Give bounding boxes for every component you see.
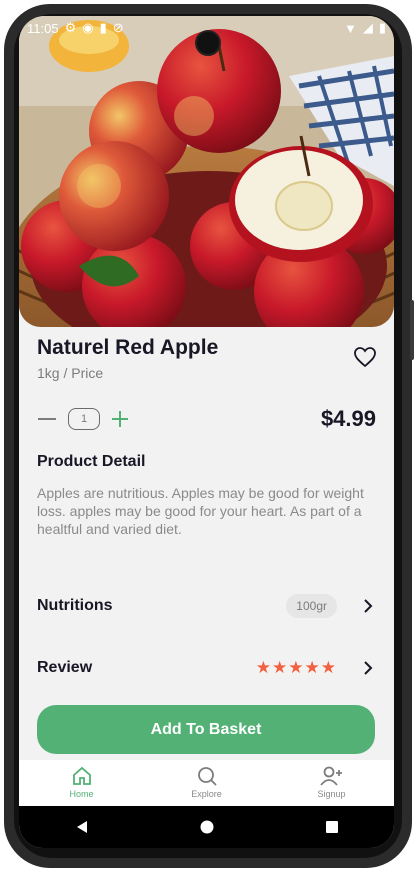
nav-label-explore: Explore xyxy=(191,789,222,799)
decrease-quantity-button[interactable] xyxy=(38,418,56,420)
sd-card-icon: ▮ xyxy=(99,20,107,35)
chevron-right-icon[interactable] xyxy=(363,660,373,676)
nav-item-home[interactable]: Home xyxy=(19,760,144,806)
nav-label-signup: Signup xyxy=(317,789,346,799)
search-icon xyxy=(197,767,217,786)
status-time: 11:05 xyxy=(27,20,59,36)
nav-label-home: Home xyxy=(69,789,94,799)
product-title: Naturel Red Apple xyxy=(37,336,219,359)
review-row[interactable]: Review ★★★★★ xyxy=(37,653,377,683)
product-detail-heading: Product Detail xyxy=(37,453,146,470)
nav-item-signup[interactable]: Signup xyxy=(269,760,394,806)
app-screen: 11:05 ⚙ ◉ ▮ ⊘ ▼ ◢ ▮ Naturel Red Apple 1k… xyxy=(19,16,394,848)
favorite-heart-icon[interactable] xyxy=(353,346,377,368)
battery-icon: ▮ xyxy=(378,20,386,35)
bottom-navigation: Home Explore Signup xyxy=(19,760,394,806)
apple-basket-illustration xyxy=(19,16,394,327)
increase-quantity-button[interactable] xyxy=(111,410,129,428)
home-icon xyxy=(72,766,91,785)
add-user-icon xyxy=(319,766,342,786)
sync-icon: ⊘ xyxy=(112,20,124,35)
chevron-right-icon[interactable] xyxy=(363,598,373,614)
review-label: Review xyxy=(37,659,93,676)
front-camera xyxy=(195,30,221,56)
product-price: $4.99 xyxy=(320,406,376,431)
nav-item-explore[interactable]: Explore xyxy=(144,760,269,806)
system-navigation-bar xyxy=(19,806,394,848)
nutritions-label: Nutritions xyxy=(37,597,113,614)
home-circle-icon[interactable] xyxy=(200,820,214,834)
recents-icon[interactable] xyxy=(325,820,339,834)
rating-stars: ★★★★★ xyxy=(255,658,337,677)
product-description: Apples are nutritious. Apples may be goo… xyxy=(37,485,364,537)
add-to-basket-button[interactable]: Add To Basket xyxy=(37,705,375,754)
signal-icon: ◢ xyxy=(362,20,373,35)
nutritions-badge: 100gr xyxy=(286,594,337,618)
quantity-field[interactable]: 1 xyxy=(68,408,100,430)
wifi-icon: ▼ xyxy=(343,20,357,36)
back-icon[interactable] xyxy=(75,820,89,834)
nutritions-row[interactable]: Nutritions 100gr xyxy=(37,591,377,621)
side-button xyxy=(410,300,414,360)
product-unit: 1kg / Price xyxy=(37,365,104,381)
app-icon: ◉ xyxy=(82,20,94,35)
gear-icon: ⚙ xyxy=(64,20,77,35)
product-image xyxy=(19,16,394,327)
